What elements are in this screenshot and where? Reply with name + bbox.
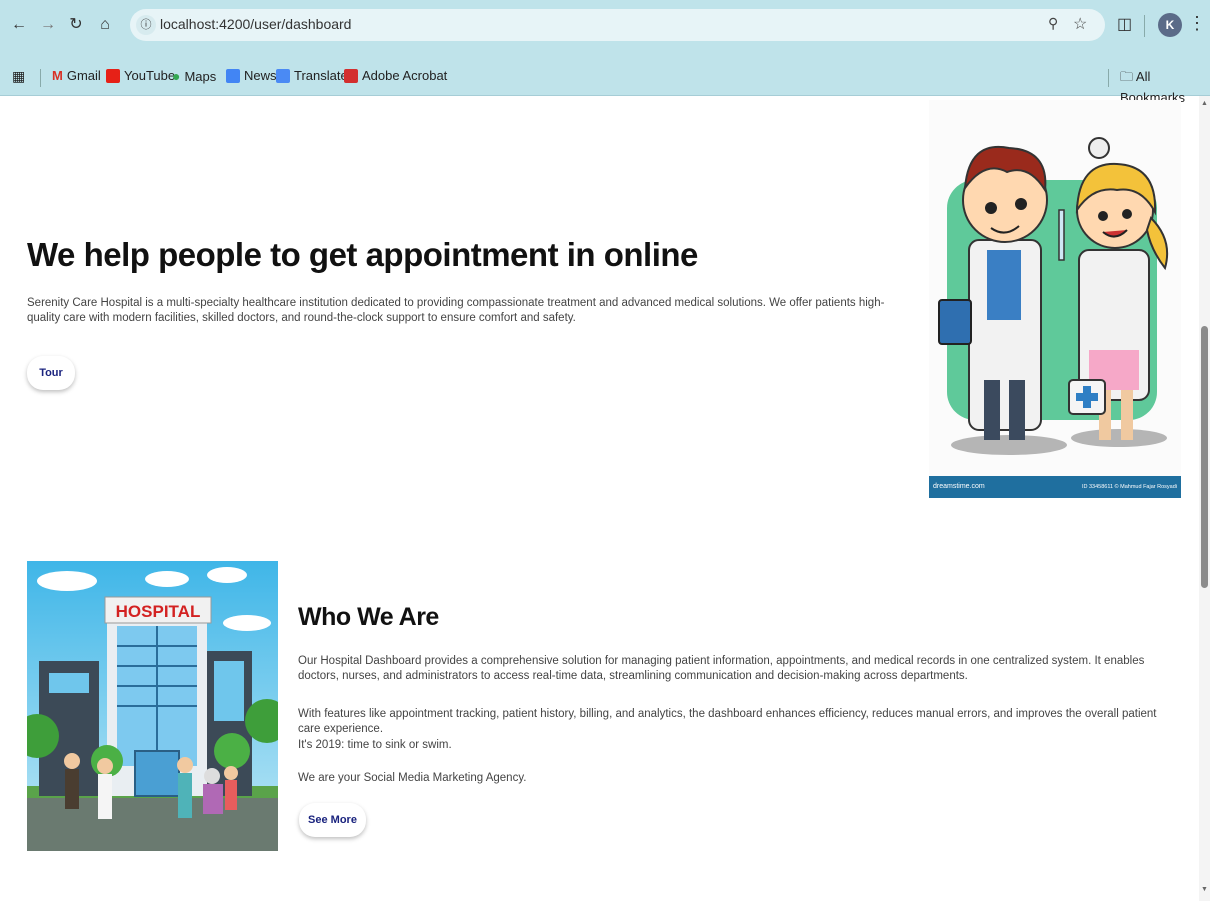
scroll-up-arrow-icon[interactable]: ▲	[1201, 100, 1208, 107]
tour-button[interactable]: Tour	[27, 356, 75, 390]
address-bar[interactable]: ⓘ localhost:4200/user/dashboard ⚲ ☆	[130, 9, 1105, 41]
hero-title: We help people to get appointment in onl…	[27, 236, 698, 273]
image-watermark: dreamstime.com	[933, 483, 985, 490]
extensions-icon[interactable]: ◫	[1117, 14, 1132, 34]
bookmark-maps[interactable]: ● Maps	[172, 68, 216, 84]
hospital-sign-text: HOSPITAL	[116, 602, 201, 621]
who-we-are-paragraph: Our Hospital Dashboard provides a compre…	[298, 655, 1145, 682]
bookmark-adobe-acrobat[interactable]: Adobe Acrobat	[344, 68, 447, 83]
bookmark-star-icon[interactable]: ☆	[1073, 14, 1087, 34]
browser-toolbar: ← → ↻ ⌂ ⓘ localhost:4200/user/dashboard …	[0, 0, 1210, 60]
maps-pin-icon: ●	[172, 68, 181, 84]
bookmark-label: Translate	[294, 68, 348, 83]
doctors-illustration: dreamstime.com ID 33458611 © Mahmud Faja…	[929, 100, 1181, 498]
url-text[interactable]: localhost:4200/user/dashboard	[160, 16, 351, 32]
see-more-button[interactable]: See More	[299, 803, 366, 837]
doctors-cartoon-image	[929, 100, 1181, 476]
bookmarks-divider	[40, 69, 41, 87]
menu-kebab-icon[interactable]: ⋮	[1188, 13, 1206, 34]
who-we-are-title: Who We Are	[298, 603, 439, 631]
bookmarks-divider	[1108, 69, 1109, 87]
apps-grid-icon[interactable]: ▦	[12, 68, 25, 85]
bookmarks-bar: ▦ M Gmail YouTube ● Maps News Translate …	[0, 60, 1210, 105]
bookmark-label: Gmail	[66, 68, 101, 83]
page-scrollbar[interactable]: ▲ ▼	[1199, 96, 1210, 901]
who-we-are-paragraph: With features like appointment tracking,…	[298, 708, 1157, 735]
image-credit-strip: dreamstime.com ID 33458611 © Mahmud Faja…	[929, 476, 1181, 498]
translate-icon	[276, 68, 290, 83]
bookmark-label: Maps	[184, 68, 217, 84]
profile-avatar[interactable]: K	[1158, 13, 1182, 37]
bookmark-youtube[interactable]: YouTube	[106, 68, 175, 83]
gmail-icon: M	[52, 68, 63, 83]
reload-icon[interactable]: ↻	[65, 14, 87, 36]
bookmark-gmail[interactable]: M Gmail	[52, 68, 101, 83]
who-we-are-paragraph: We are your Social Media Marketing Agenc…	[298, 772, 527, 784]
site-info-icon[interactable]: ⓘ	[136, 15, 156, 35]
bookmark-label: News	[244, 68, 277, 83]
home-icon[interactable]: ⌂	[94, 14, 116, 36]
bookmark-label: Adobe Acrobat	[362, 68, 448, 83]
news-icon	[226, 68, 240, 83]
toolbar-divider	[1144, 15, 1145, 37]
hero-description: Serenity Care Hospital is a multi-specia…	[27, 297, 885, 324]
youtube-icon	[106, 68, 120, 83]
hospital-building-image: HOSPITAL	[27, 561, 278, 851]
bookmark-translate[interactable]: Translate	[276, 68, 348, 83]
who-we-are-paragraph: It's 2019: time to sink or swim.	[298, 739, 452, 751]
acrobat-icon	[344, 68, 358, 83]
back-arrow-icon[interactable]: ←	[8, 14, 30, 36]
bookmark-label: YouTube	[124, 68, 176, 83]
bookmark-news[interactable]: News	[226, 68, 277, 83]
image-credit: ID 33458611 © Mahmud Fajar Rosyadi	[1081, 484, 1177, 490]
scroll-thumb[interactable]	[1201, 326, 1208, 588]
hospital-illustration: HOSPITAL	[27, 561, 278, 851]
scroll-down-arrow-icon[interactable]: ▼	[1201, 886, 1208, 893]
forward-arrow-icon[interactable]: →	[37, 14, 59, 36]
zoom-icon[interactable]: ⚲	[1048, 15, 1058, 32]
